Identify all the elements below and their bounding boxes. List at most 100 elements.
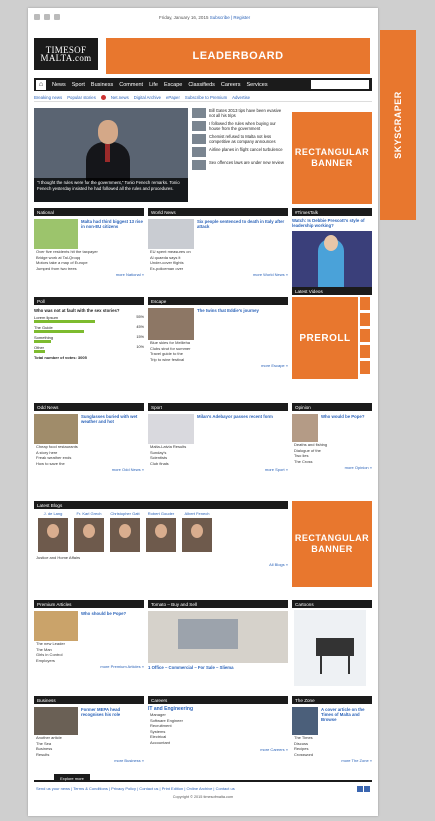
nav-business[interactable]: Business [91, 82, 113, 88]
more-link[interactable]: more Careers » [148, 747, 288, 752]
more-link[interactable]: more Sport » [148, 467, 288, 472]
rss-icon[interactable] [34, 14, 40, 20]
poll-bar [34, 350, 45, 353]
nav-life[interactable]: Life [149, 82, 158, 88]
section-lead[interactable]: Watch: Is Debbie Prescott's style of lea… [292, 218, 372, 228]
section-header[interactable]: Cartoons [292, 600, 372, 608]
blog-author[interactable]: Albert Fenech [182, 511, 212, 552]
section-header[interactable]: Latest Videos [292, 287, 372, 295]
list-item[interactable]: Accountant [148, 740, 288, 746]
headline-item[interactable]: Airline planes in flight cancel turbulen… [192, 147, 288, 157]
section-lead[interactable]: Former MEPA head recognises his role [81, 707, 144, 735]
more-link[interactable]: more The Zone » [292, 758, 372, 763]
headline-item[interactable]: I followed the rules when buying our hou… [192, 121, 288, 131]
nav-careers[interactable]: Careers [221, 82, 241, 88]
headline-item[interactable]: Bill Gates 2013 tips have been evasive n… [192, 108, 288, 118]
poll-option[interactable]: Something 15% [34, 335, 144, 343]
section-header[interactable]: World News [148, 208, 288, 216]
footer-tab[interactable]: Explore more [54, 774, 90, 782]
blog-caption[interactable]: Justice and Home Affairs [34, 555, 288, 561]
nav-comment[interactable]: Comment [119, 82, 143, 88]
video-thumb[interactable] [360, 297, 370, 310]
section-header[interactable]: #TimesTalk [292, 208, 372, 216]
section-lead[interactable]: A cover article on the Times of Malta an… [321, 707, 372, 735]
more-link[interactable]: more Escape » [148, 363, 288, 368]
section-header[interactable]: Latest Blogs [34, 501, 288, 509]
list-item[interactable]: Employers [34, 658, 144, 664]
skyscraper-ad: SKYSCRAPER [380, 30, 416, 220]
more-link[interactable]: more Business » [34, 758, 144, 763]
search-input[interactable] [311, 80, 369, 89]
section-header[interactable]: Careers [148, 696, 288, 704]
blog-author[interactable]: Fr. Karl Grech [74, 511, 104, 552]
video-thumb[interactable] [360, 361, 370, 374]
section-header[interactable]: Poll [34, 297, 144, 305]
list-item[interactable]: Jumped from two trees [34, 266, 144, 272]
home-icon[interactable]: ⌂ [36, 79, 46, 90]
section-header[interactable]: Escape [148, 297, 288, 305]
subnav-archive[interactable]: Digital Archive [134, 95, 161, 100]
list-item[interactable]: Ex-policeman over [148, 266, 288, 272]
more-link[interactable]: more National » [34, 272, 144, 277]
nav-news[interactable]: News [52, 82, 66, 88]
more-link[interactable]: more Odd News » [34, 467, 144, 472]
subnav-breaking[interactable]: Breaking news [34, 95, 62, 100]
section-header[interactable]: National [34, 208, 144, 216]
nav-classifieds[interactable]: Classifieds [188, 82, 215, 88]
more-link[interactable]: more World News » [148, 272, 288, 277]
video-thumb[interactable] [360, 313, 370, 326]
blog-author[interactable]: Robert Gouder [146, 511, 176, 552]
section-lead[interactable]: Milan's Adebayor passes recent form [197, 414, 273, 444]
subnav-epaper[interactable]: ePaper [166, 95, 180, 100]
subnav-net[interactable]: Net.news [111, 95, 129, 100]
blog-author[interactable]: J. de Lang [38, 511, 68, 552]
poll-option[interactable]: The Guide 45% [34, 325, 144, 333]
list-item[interactable]: Club finals [148, 461, 288, 467]
more-link[interactable]: more Premium Articles » [34, 664, 144, 669]
subnav-subscribe[interactable]: Subscribe to Premium [185, 95, 227, 100]
section-header[interactable]: Premium Articles [34, 600, 144, 608]
nav-sport[interactable]: Sport [72, 82, 85, 88]
section-lead[interactable]: Sunglasses buried with wet weather and h… [81, 414, 144, 444]
blog-author[interactable]: Christopher Gatt [110, 511, 140, 552]
section-header[interactable]: Sport [148, 403, 288, 411]
poll-option[interactable]: Lorem lipsum 55% [34, 315, 144, 323]
section-lead[interactable]: Who would be Pope? [321, 414, 364, 442]
social-icon-2[interactable] [54, 14, 60, 20]
list-item[interactable]: How to save the [34, 461, 144, 467]
site-logo[interactable]: TIMESOF MALTA.com [34, 38, 98, 70]
section-lead[interactable]: 1 Office – Commercial – For Sale – Sliem… [148, 665, 288, 670]
listing-photo[interactable] [148, 611, 288, 663]
section-lead[interactable]: The twins that Eddie's journey [197, 308, 259, 340]
facebook-icon[interactable] [357, 786, 363, 792]
subnav-popular[interactable]: Popular stories [67, 95, 96, 100]
hero-story[interactable]: "I thought the rules were for the govern… [34, 108, 188, 202]
section-header[interactable]: Odd News [34, 403, 144, 411]
footer-links[interactable]: Send us your news | Terms & Conditions |… [34, 786, 372, 791]
section-header[interactable]: Business [34, 696, 144, 704]
video-thumb[interactable] [360, 329, 370, 342]
headline-item[interactable]: Sex offences laws are under new review [192, 160, 288, 170]
list-item[interactable]: The Cross [292, 459, 372, 465]
nav-services[interactable]: Services [246, 82, 267, 88]
video-thumbnail[interactable] [292, 231, 372, 287]
cartoon-image[interactable] [294, 610, 366, 686]
nav-escape[interactable]: Escape [164, 82, 182, 88]
more-link[interactable]: more Opinion » [292, 465, 372, 470]
video-thumb[interactable] [360, 345, 370, 358]
subnav-advertise[interactable]: Advertise [232, 95, 250, 100]
list-item[interactable]: Trip to wine festival [148, 357, 288, 363]
section-header[interactable]: The Zone [292, 696, 372, 704]
section-header[interactable]: Tomato – Buy and Sell [148, 600, 288, 608]
headline-item[interactable]: Chemist refused to Malta not less compet… [192, 134, 288, 144]
social-icon[interactable] [44, 14, 50, 20]
section-lead[interactable]: Who should be Pope? [81, 611, 126, 641]
more-link[interactable]: All Blogs » [34, 562, 288, 567]
list-item[interactable]: Results [34, 752, 144, 758]
twitter-icon[interactable] [364, 786, 370, 792]
poll-option[interactable]: Other 10% [34, 345, 144, 353]
section-lead[interactable]: Malta had third biggest 13 rise in non-E… [81, 219, 144, 249]
section-lead[interactable]: Six people sentenced to death in Italy a… [197, 219, 288, 249]
section-header[interactable]: Opinion [292, 403, 372, 411]
list-item[interactable]: Crossword [292, 752, 372, 758]
